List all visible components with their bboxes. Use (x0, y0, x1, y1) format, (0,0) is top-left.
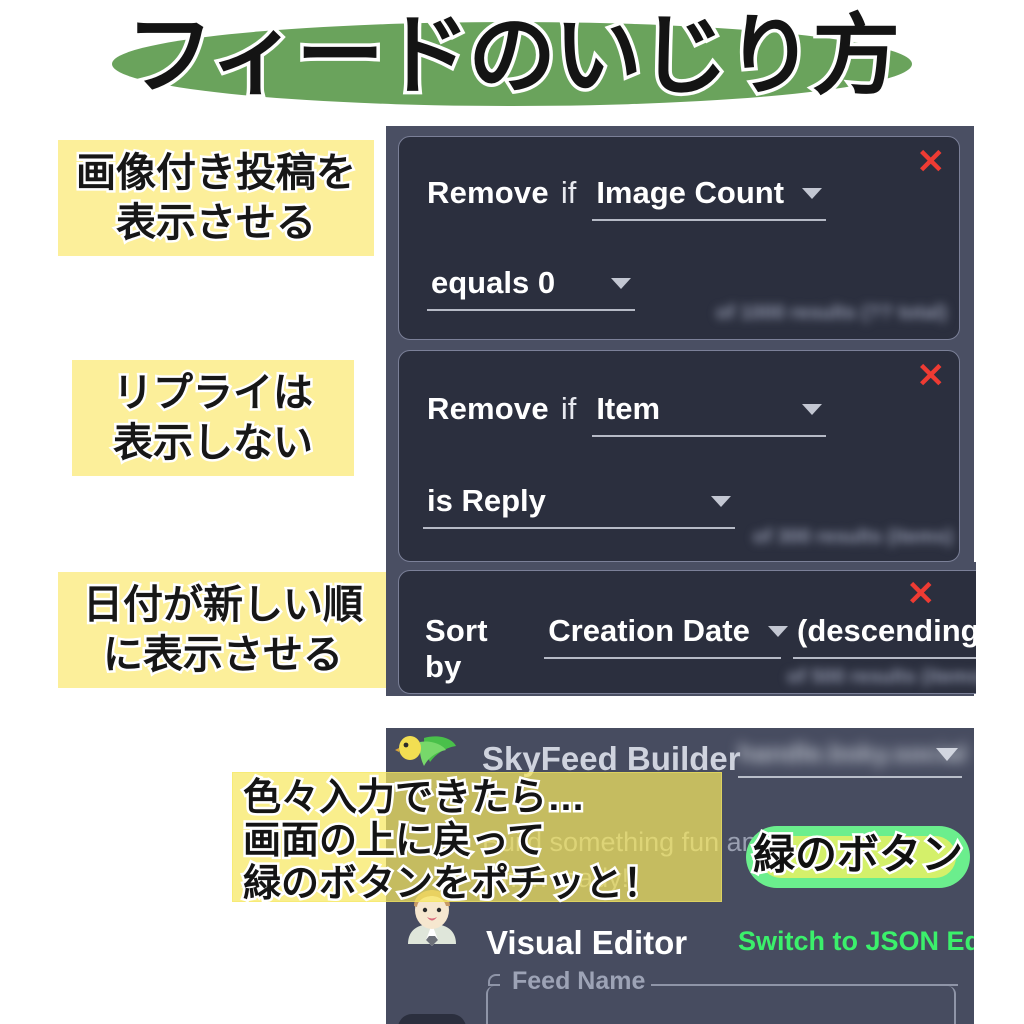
annotation-images: 画像付き投稿を 表示させる (58, 140, 374, 256)
account-underline (738, 776, 962, 778)
blurred-result-count: of 300 results (items) (752, 526, 953, 548)
feed-name-input[interactable]: Feed Name (486, 967, 958, 1024)
sort-direction-select[interactable]: (descending) (793, 613, 976, 659)
filter-card-item-reply: ✕ Remove if Item is Reply of 300 results… (398, 350, 960, 562)
page-title-banner: フィードのいじり方 (0, 0, 1024, 122)
chevron-down-icon (802, 403, 823, 415)
filter-action-label: Remove (427, 175, 549, 210)
filter-connector-label: if (560, 175, 577, 210)
chevron-down-icon (936, 748, 958, 761)
chevron-down-icon (611, 277, 631, 289)
annotation-sort: 日付が新しい順 に表示させる (58, 572, 388, 688)
close-icon[interactable]: ✕ (917, 145, 946, 179)
filter-field-select[interactable]: Item (592, 391, 827, 437)
filter-field-value: Item (596, 391, 661, 426)
page-title: フィードのいじり方 (122, 3, 903, 109)
annotation-green-button: 緑のボタン (746, 826, 970, 888)
filter-field-value: Image Count (596, 175, 785, 210)
sort-field-value: Creation Date (548, 613, 750, 648)
sort-screenshot: ✕ Sort by Creation Date (descending) of … (392, 562, 976, 694)
editor-title: Visual Editor (486, 924, 688, 961)
home-button[interactable] (398, 1014, 466, 1024)
filter-connector-label: if (560, 391, 577, 426)
annotation-replies: リプライは 表示しない (72, 360, 354, 476)
blurred-result-count: of 1000 results (?? total) (715, 302, 947, 324)
sort-card: ✕ Sort by Creation Date (descending) of … (398, 570, 976, 694)
filter-operator-value: equals 0 (431, 265, 556, 300)
feed-name-label: Feed Name (506, 967, 652, 996)
account-name: handle.bsky.social (738, 738, 968, 768)
filter-action-label: Remove (427, 391, 549, 426)
blurred-result-count: of 500 results (items) (786, 666, 976, 688)
close-icon[interactable]: ✕ (917, 359, 946, 393)
infographic-root: フィードのいじり方 画像付き投稿を 表示させる リプライは 表示しない 日付が新… (0, 0, 1024, 1024)
account-selector[interactable]: handle.bsky.social (738, 738, 968, 778)
annotation-overlay-instructions: 色々入力できたら… 画面の上に戻って 緑のボタンをポチッと！ (232, 772, 722, 908)
filter-card-image-count: ✕ Remove if Image Count equals 0 of 1000… (398, 136, 960, 340)
chevron-down-icon (802, 187, 823, 199)
switch-to-json-editor-link[interactable]: Switch to JSON Editor (738, 926, 974, 957)
chevron-down-icon (711, 495, 731, 507)
filter-operator-value: is Reply (427, 483, 546, 518)
sort-field-select[interactable]: Creation Date (544, 613, 788, 659)
filter-field-select[interactable]: Image Count (592, 175, 827, 221)
sort-label: Sort by (425, 613, 488, 684)
close-icon[interactable]: ✕ (907, 577, 936, 611)
chevron-down-icon (767, 625, 788, 637)
filter-operator-select[interactable]: is Reply (423, 483, 735, 529)
green-button-label: 緑のボタン (750, 829, 965, 881)
sort-direction-value: (descending) (797, 613, 976, 648)
filter-operator-select[interactable]: equals 0 (427, 265, 635, 311)
